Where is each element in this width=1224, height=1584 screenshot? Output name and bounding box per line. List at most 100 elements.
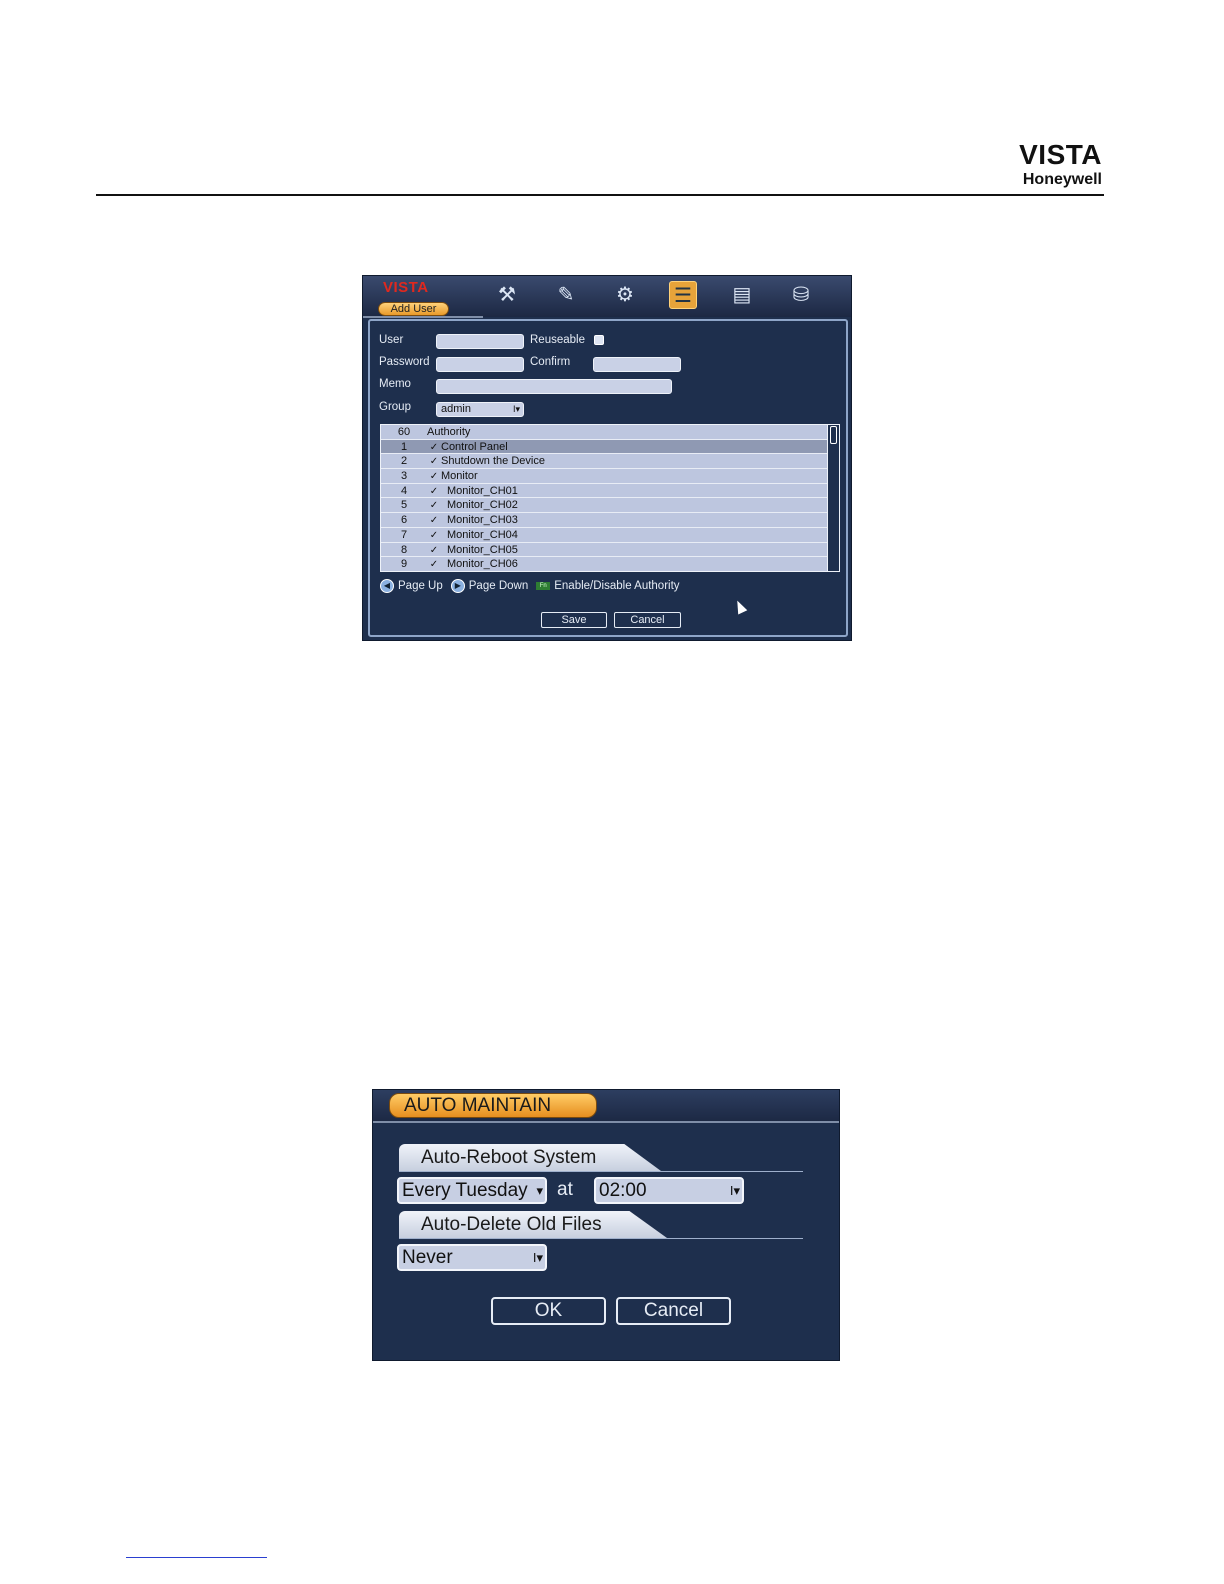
reuseable-checkbox[interactable] bbox=[594, 335, 604, 345]
row-number: 3 bbox=[400, 470, 408, 483]
authority-label: Monitor_CH04 bbox=[447, 528, 518, 541]
check-icon[interactable]: ✓ bbox=[427, 470, 441, 484]
authority-count: 60 bbox=[397, 426, 411, 438]
row-cell: ✓ Monitor_CH01 bbox=[427, 484, 839, 498]
memo-label: Memo bbox=[379, 378, 411, 390]
section-divider bbox=[399, 1238, 803, 1239]
brand-title: VISTA bbox=[1019, 139, 1102, 170]
check-icon[interactable]: ✓ bbox=[427, 514, 441, 528]
row-number: 5 bbox=[400, 499, 408, 512]
authority-header: Authority bbox=[427, 426, 471, 438]
fn-key-icon: Fn bbox=[536, 582, 551, 590]
authority-rows: 60 Authority 1 ✓ Control Panel 2 ✓ Shutdown the… bbox=[381, 425, 839, 571]
check-icon[interactable]: ✓ bbox=[427, 455, 441, 469]
footer-link-underline bbox=[126, 1557, 267, 1558]
auto-delete-dropdown[interactable]: Never I▾ bbox=[397, 1244, 547, 1271]
brand-logo: VISTA Honeywell bbox=[1019, 140, 1102, 189]
cancel-button[interactable]: Cancel bbox=[616, 1297, 731, 1325]
top-menu-bar: VISTA ⚒ ✎ ⚙ ☰ ▤ ⛁ Add User bbox=[363, 276, 851, 318]
authority-label: Monitor_CH06 bbox=[447, 558, 518, 571]
reboot-time-value: 02:00 bbox=[599, 1180, 647, 1201]
chevron-down-icon: I▾ bbox=[512, 404, 520, 414]
check-icon[interactable]: ✓ bbox=[427, 558, 441, 571]
table-row[interactable]: 5 ✓ Monitor_CH02 bbox=[381, 498, 839, 514]
save-button[interactable]: Save bbox=[541, 612, 607, 628]
auto-delete-section-title: Auto-Delete Old Files bbox=[399, 1211, 667, 1238]
password-input[interactable] bbox=[436, 357, 524, 372]
row-number: 2 bbox=[400, 455, 408, 468]
authority-label: Control Panel bbox=[441, 440, 508, 453]
row-number: 4 bbox=[400, 484, 408, 497]
chevron-down-icon: I▾ bbox=[531, 1246, 543, 1269]
authority-label: Monitor bbox=[441, 470, 478, 483]
reboot-time-dropdown[interactable]: 02:00 I▾ bbox=[594, 1177, 744, 1204]
confirm-input[interactable] bbox=[593, 357, 681, 372]
brand-subtitle: Honeywell bbox=[1022, 171, 1102, 188]
group-value: admin bbox=[441, 403, 471, 415]
row-number: 8 bbox=[400, 543, 408, 556]
auto-delete-value: Never bbox=[402, 1247, 453, 1268]
row-number: 9 bbox=[400, 558, 408, 571]
scrollbar-thumb[interactable] bbox=[830, 426, 837, 444]
table-row[interactable]: 3 ✓ Monitor bbox=[381, 469, 839, 484]
tab-add-user[interactable]: Add User bbox=[378, 302, 449, 316]
check-icon[interactable]: ✓ bbox=[427, 499, 441, 513]
row-number: 6 bbox=[400, 514, 408, 527]
page-down-label: Page Down bbox=[468, 580, 529, 592]
table-row[interactable]: 9 ✓ Monitor_CH06 bbox=[381, 557, 839, 571]
table-row[interactable]: 1 ✓ Control Panel bbox=[381, 439, 839, 455]
check-icon[interactable]: ✓ bbox=[427, 529, 441, 543]
disk-icon[interactable]: ⛁ bbox=[787, 281, 815, 309]
reboot-day-dropdown[interactable]: Every Tuesday ▾ bbox=[397, 1177, 547, 1204]
user-input[interactable] bbox=[436, 334, 524, 349]
wrench-icon[interactable]: ⚙ bbox=[611, 281, 639, 309]
table-row[interactable]: 4 ✓ Monitor_CH01 bbox=[381, 484, 839, 499]
group-label: Group bbox=[379, 401, 411, 413]
auto-maintain-screen: AUTO MAINTAIN Auto-Reboot System Every T… bbox=[372, 1089, 840, 1361]
check-icon[interactable]: ✓ bbox=[427, 544, 441, 558]
row-cell: ✓ Monitor_CH05 bbox=[427, 543, 839, 557]
page-up-icon[interactable]: ◀ bbox=[380, 579, 394, 593]
check-icon[interactable]: ✓ bbox=[427, 485, 441, 499]
page-down-icon[interactable]: ▶ bbox=[450, 579, 465, 593]
authority-label: Monitor_CH05 bbox=[447, 543, 518, 556]
check-icon[interactable]: ✓ bbox=[427, 441, 441, 455]
authority-label: Monitor_CH01 bbox=[447, 484, 518, 497]
table-row[interactable]: 2 ✓ Shutdown the Device bbox=[381, 454, 839, 470]
enable-disable-label: Enable/Disable Authority bbox=[554, 580, 680, 592]
table-row[interactable]: 7 ✓ Monitor_CH04 bbox=[381, 528, 839, 543]
user-label: User bbox=[379, 334, 404, 346]
reuseable-label: Reuseable bbox=[530, 334, 585, 346]
authority-label: Monitor_CH02 bbox=[447, 499, 518, 512]
ok-button[interactable]: OK bbox=[491, 1297, 606, 1325]
add-user-screen: VISTA ⚒ ✎ ⚙ ☰ ▤ ⛁ Add User User Reuseabl… bbox=[362, 275, 852, 641]
monitor-icon[interactable]: ▤ bbox=[728, 281, 756, 309]
tab-underline bbox=[363, 316, 483, 318]
authority-label: Shutdown the Device bbox=[441, 455, 545, 468]
cancel-button[interactable]: Cancel bbox=[614, 612, 681, 628]
clipboard-icon[interactable]: ☰ bbox=[669, 281, 697, 309]
auto-reboot-section-title: Auto-Reboot System bbox=[399, 1144, 661, 1171]
note-icon[interactable]: ✎ bbox=[552, 281, 580, 309]
table-scrollbar[interactable] bbox=[827, 425, 839, 571]
app-logo: VISTA bbox=[383, 279, 429, 296]
page-up-label: Page Up bbox=[398, 580, 443, 592]
table-nav-bar: ◀ Page Up ▶ Page Down Fn Enable/Disable … bbox=[380, 578, 684, 594]
tab-auto-maintain[interactable]: AUTO MAINTAIN bbox=[389, 1093, 597, 1118]
row-cell: ✓ Control Panel bbox=[427, 440, 839, 454]
tools-icon[interactable]: ⚒ bbox=[493, 281, 521, 309]
row-cell: ✓ Monitor_CH02 bbox=[427, 498, 839, 512]
group-dropdown[interactable]: admin I▾ bbox=[436, 402, 524, 417]
reboot-day-value: Every Tuesday bbox=[402, 1180, 528, 1201]
header-rule bbox=[373, 1121, 839, 1123]
memo-input[interactable] bbox=[436, 379, 672, 394]
table-row[interactable]: 6 ✓ Monitor_CH03 bbox=[381, 513, 839, 528]
table-row[interactable]: 8 ✓ Monitor_CH05 bbox=[381, 543, 839, 558]
confirm-label: Confirm bbox=[530, 356, 571, 368]
header-divider bbox=[96, 194, 1104, 196]
section-divider bbox=[399, 1171, 803, 1172]
row-cell: ✓ Monitor_CH04 bbox=[427, 528, 839, 542]
authority-label: Monitor_CH03 bbox=[447, 514, 518, 527]
row-cell: ✓ Monitor_CH06 bbox=[427, 557, 839, 571]
row-number: 7 bbox=[400, 528, 408, 541]
